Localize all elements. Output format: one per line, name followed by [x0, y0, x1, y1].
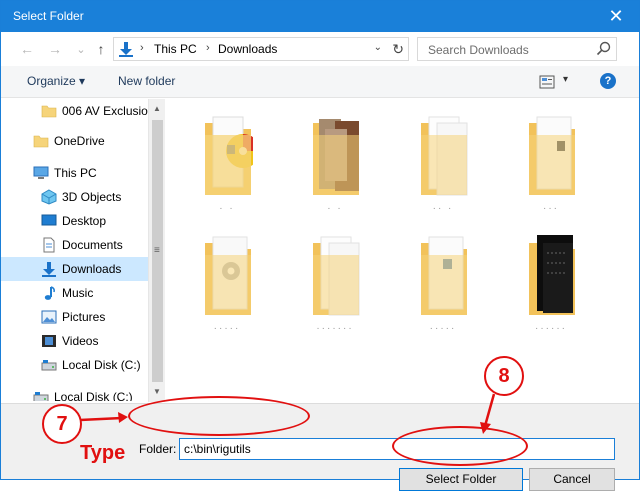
folder-photos-icon — [313, 119, 359, 195]
command-toolbar: Organize ▾ New folder ▾ ? — [1, 66, 639, 98]
nav-item-label: OneDrive — [54, 134, 105, 148]
annotation-ellipse-folder — [128, 396, 310, 436]
nav-item-music[interactable]: Music — [1, 281, 149, 305]
nav-item-label: Music — [62, 286, 94, 300]
folder-tile[interactable]: ··· — [503, 99, 599, 219]
nav-pane-scrollbar[interactable]: ▲ ≡ ▼ — [148, 99, 165, 402]
file-caption-icon: ······· — [316, 323, 354, 334]
folder-settings-icon — [205, 236, 251, 315]
search-placeholder: Search Downloads — [428, 43, 529, 57]
folder-dark-icon — [529, 235, 575, 315]
folder-icon — [33, 135, 49, 148]
folder-app-icon — [529, 116, 575, 195]
nav-item-this-pc[interactable]: This PC — [1, 161, 149, 185]
view-options-icon[interactable] — [539, 75, 555, 89]
annotation-type-label: Type — [80, 442, 126, 464]
forward-button[interactable]: → — [47, 41, 63, 57]
file-list: · · · · ·· · ··· ····· ······· ····· ···… — [167, 99, 639, 402]
scroll-grip-icon: ≡ — [154, 245, 160, 256]
refresh-button[interactable]: ↻ — [392, 41, 404, 58]
nav-item-label: Local Disk (C:) — [62, 358, 141, 372]
folder-tile[interactable]: · · — [179, 99, 275, 219]
folder-label: Folder: — [139, 442, 177, 456]
nav-item-label: This PC — [54, 166, 97, 180]
desktop-icon — [41, 214, 57, 226]
nav-item-local-disk-2[interactable]: Local Disk (C:) — [1, 385, 149, 401]
nav-item-label: Videos — [62, 334, 99, 348]
nav-item-label: 006 AV Exclusion — [62, 104, 149, 118]
documents-icon — [43, 237, 55, 253]
window-title: Select Folder — [13, 9, 84, 23]
file-caption-icon: ·· · — [432, 203, 454, 214]
up-button[interactable]: ↑ — [93, 41, 109, 57]
title-bar: Select Folder ✕ — [1, 1, 639, 32]
breadcrumb-this-pc[interactable]: This PC — [154, 42, 197, 56]
nav-item-3d-objects[interactable]: 3D Objects — [1, 185, 149, 209]
folder-tile[interactable]: ····· — [395, 219, 491, 339]
folder-tile[interactable]: ·· · — [395, 99, 491, 219]
downloads-icon — [42, 262, 56, 277]
folder-app-icon — [421, 236, 467, 315]
nav-item-label: Desktop — [62, 214, 107, 228]
nav-item-videos[interactable]: Videos — [1, 329, 149, 353]
nav-item-documents[interactable]: Documents — [1, 233, 149, 257]
file-caption-icon: ······ — [535, 323, 567, 334]
nav-item-downloads[interactable]: Downloads — [1, 257, 149, 281]
nav-item-label: 3D Objects — [62, 190, 122, 204]
nav-item-local-disk[interactable]: Local Disk (C:) — [1, 353, 149, 377]
folder-tile[interactable]: ······ — [503, 219, 599, 339]
search-icon — [596, 41, 611, 56]
select-folder-dialog: Select Folder ✕ ← → ⌄ ↑ › This PC › Down… — [0, 0, 640, 491]
file-caption-icon: ··· — [543, 203, 559, 214]
close-button[interactable]: ✕ — [593, 1, 639, 32]
annotation-arrow-icon — [80, 412, 128, 423]
computer-icon — [33, 166, 49, 179]
new-folder-button[interactable]: New folder — [118, 74, 175, 88]
annotation-step-7: 7 — [42, 404, 82, 444]
view-dropdown-button[interactable]: ▾ — [563, 74, 568, 85]
nav-item-desktop[interactable]: Desktop — [1, 209, 149, 233]
scroll-up-arrow-icon[interactable]: ▲ — [153, 104, 161, 113]
nav-item-label: Pictures — [62, 310, 106, 324]
navigation-bar: ← → ⌄ ↑ › This PC › Downloads ⌄ ↻ Search… — [1, 32, 639, 66]
folder-documents-icon — [421, 116, 468, 196]
folder-documents-icon — [313, 236, 360, 316]
pictures-icon — [41, 310, 57, 324]
nav-item-pictures[interactable]: Pictures — [1, 305, 149, 329]
recent-locations-button[interactable]: ⌄ — [73, 41, 89, 57]
folder-tile[interactable]: ······· — [287, 219, 383, 339]
file-caption-icon: · · — [327, 203, 343, 214]
nav-item-label: Local Disk (C:) — [54, 390, 133, 401]
breadcrumb-separator: › — [140, 42, 144, 54]
address-dropdown-button[interactable]: ⌄ — [374, 42, 382, 53]
annotation-ellipse-select — [392, 426, 528, 466]
help-icon[interactable]: ? — [600, 73, 616, 89]
breadcrumb-downloads[interactable]: Downloads — [218, 42, 277, 56]
folder-disc-icon — [205, 116, 253, 195]
music-icon — [44, 286, 55, 300]
nav-item-onedrive[interactable]: OneDrive — [1, 129, 149, 153]
downloads-arrow-icon — [119, 42, 133, 57]
3d-objects-icon — [41, 189, 57, 205]
file-caption-icon: ····· — [213, 323, 241, 334]
file-caption-icon: ····· — [429, 323, 457, 334]
annotation-step-8: 8 — [484, 356, 524, 396]
folder-tile[interactable]: · · — [287, 99, 383, 219]
navigation-pane: 006 AV Exclusion OneDrive This PC 3D Obj… — [1, 99, 149, 401]
drive-icon — [33, 392, 49, 401]
folder-icon — [41, 105, 57, 118]
videos-icon — [42, 335, 56, 347]
address-bar[interactable]: › This PC › Downloads ⌄ ↻ — [113, 37, 409, 61]
nav-item-label: Downloads — [62, 262, 122, 276]
folder-tile[interactable]: ····· — [179, 219, 275, 339]
file-caption-icon: · · — [219, 203, 235, 214]
scroll-down-arrow-icon[interactable]: ▼ — [153, 387, 161, 396]
search-box[interactable]: Search Downloads — [417, 37, 617, 61]
breadcrumb-separator: › — [206, 42, 210, 54]
back-button[interactable]: ← — [19, 41, 35, 57]
nav-item-label: Documents — [62, 238, 123, 252]
drive-icon — [41, 360, 57, 371]
nav-item-av-exclusion[interactable]: 006 AV Exclusion — [1, 99, 149, 123]
organize-button[interactable]: Organize ▾ — [27, 74, 85, 88]
